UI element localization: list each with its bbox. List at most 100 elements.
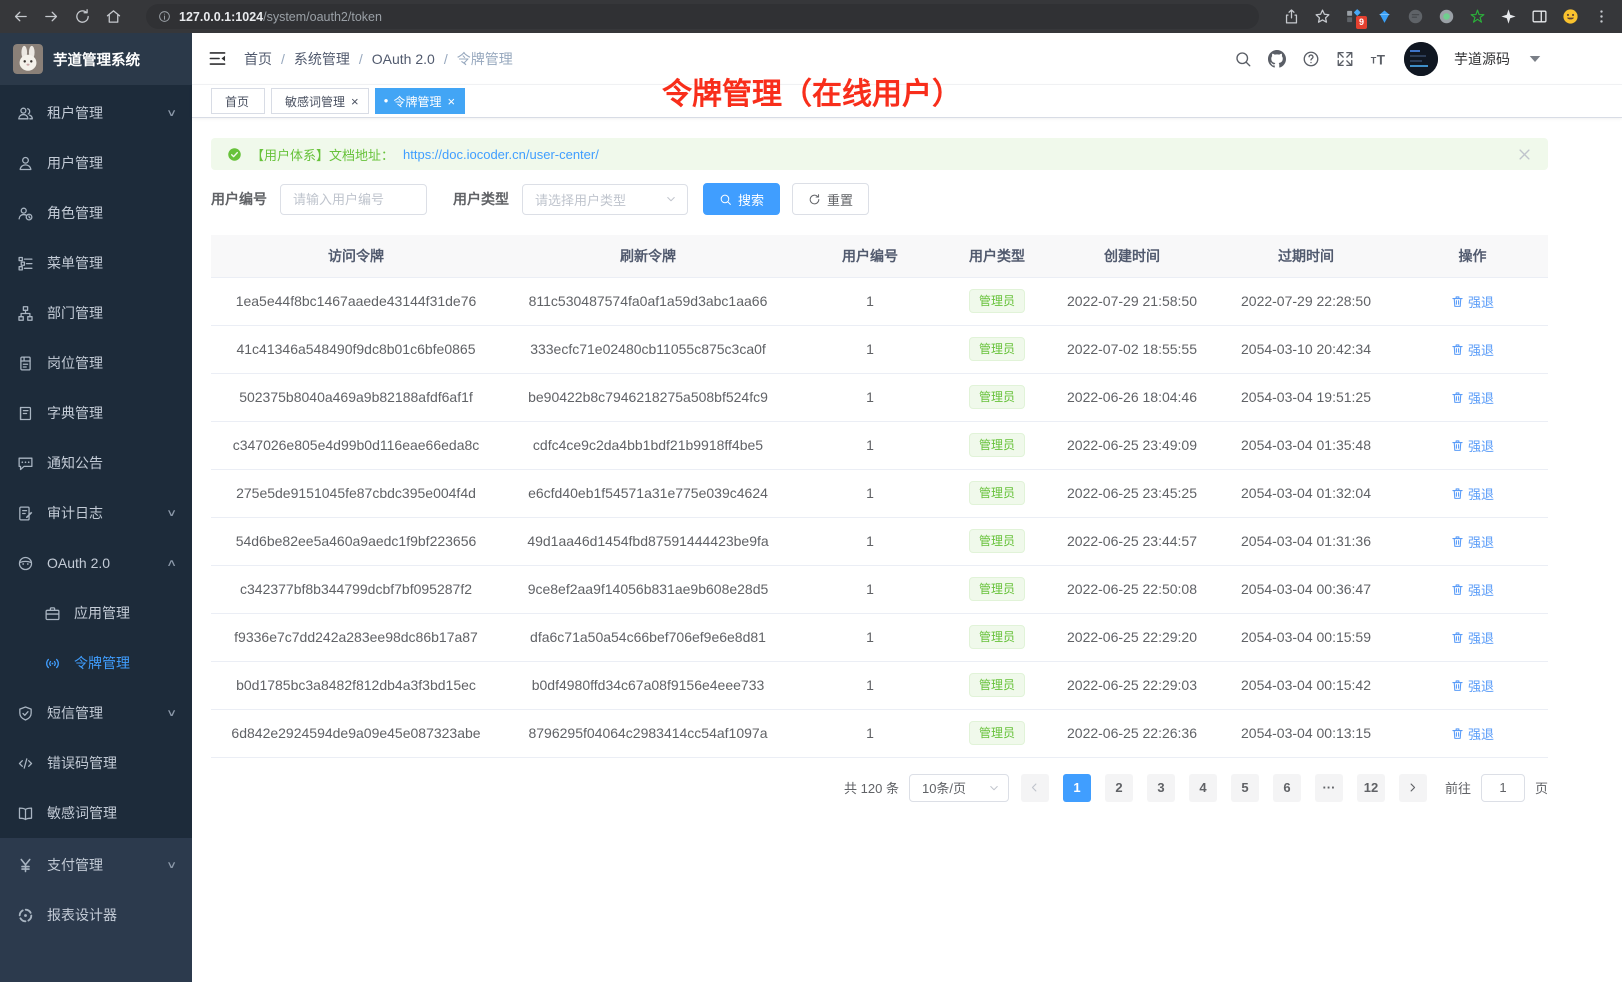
breadcrumb-item[interactable]: OAuth 2.0 bbox=[372, 51, 457, 67]
tab-close-icon[interactable]: × bbox=[446, 95, 456, 108]
sidebar-item[interactable]: 岗位管理 bbox=[0, 338, 192, 388]
sidebar-item[interactable]: 应用管理 bbox=[0, 588, 192, 638]
sidebar-item[interactable]: 部门管理 bbox=[0, 288, 192, 338]
browser-chrome: 127.0.0.1:1024/system/oauth2/token 9 bbox=[0, 0, 1622, 33]
access-token-cell: 275e5de9151045fe87cbdc395e004f4d bbox=[211, 469, 501, 517]
sidebar-item[interactable]: OAuth 2.0 ∧ bbox=[0, 538, 192, 588]
page-button[interactable]: 6 bbox=[1273, 774, 1301, 802]
sidebar-item[interactable]: 用户管理 bbox=[0, 138, 192, 188]
force-logout-button[interactable]: 强退 bbox=[1451, 532, 1494, 551]
annotation-overlay: 令牌管理（在线用户） bbox=[662, 69, 962, 113]
user-id-cell: 1 bbox=[795, 517, 945, 565]
next-page-button[interactable] bbox=[1399, 774, 1427, 802]
browser-home-icon[interactable] bbox=[105, 8, 122, 25]
pagination: 共 120 条 10条/页 123456···12 前往 页 bbox=[211, 774, 1548, 802]
page-button[interactable]: 5 bbox=[1231, 774, 1259, 802]
sidebar-item[interactable]: 菜单管理 bbox=[0, 238, 192, 288]
sidebar-item[interactable]: 支付管理 ∨ bbox=[0, 840, 192, 890]
browser-menu-icon[interactable] bbox=[1593, 8, 1610, 25]
sidebar-item[interactable]: 敏感词管理 bbox=[0, 788, 192, 838]
extension-record-icon[interactable] bbox=[1438, 8, 1455, 25]
url-text: 127.0.0.1:1024/system/oauth2/token bbox=[179, 10, 382, 24]
side-panel-icon[interactable] bbox=[1531, 8, 1548, 25]
refresh-token-cell: dfa6c71a50a54c66bef706ef9e6e8d81 bbox=[501, 613, 795, 661]
sidebar-item[interactable]: 错误码管理 bbox=[0, 738, 192, 788]
force-logout-button[interactable]: 强退 bbox=[1451, 724, 1494, 743]
tab[interactable]: 首页 bbox=[211, 88, 265, 114]
profile-emoji-icon[interactable] bbox=[1562, 8, 1579, 25]
expire-time-cell: 2054-03-04 00:36:47 bbox=[1215, 565, 1397, 613]
sidebar-item[interactable]: 租户管理 ∨ bbox=[0, 88, 192, 138]
sidebar-item[interactable]: 短信管理 ∨ bbox=[0, 688, 192, 738]
extension-green-star-icon[interactable] bbox=[1469, 8, 1486, 25]
refresh-token-cell: 49d1aa46d1454fbd87591444423be9fa bbox=[501, 517, 795, 565]
browser-forward-icon[interactable] bbox=[43, 8, 60, 25]
page-button[interactable]: ··· bbox=[1315, 774, 1343, 802]
sidebar-item[interactable]: 通知公告 bbox=[0, 438, 192, 488]
page-button[interactable]: 1 bbox=[1063, 774, 1091, 802]
breadcrumb-item[interactable]: 令牌管理 bbox=[457, 49, 513, 69]
avatar[interactable] bbox=[1404, 42, 1438, 76]
alert-doc-link[interactable]: https://doc.iocoder.cn/user-center/ bbox=[403, 147, 599, 162]
sidebar-item[interactable]: 报表设计器 bbox=[0, 890, 192, 940]
user-id-cell: 1 bbox=[795, 613, 945, 661]
refresh-token-cell: b0df4980ffd34c67a08f9156e4eee733 bbox=[501, 661, 795, 709]
sidebar-item[interactable]: 字典管理 bbox=[0, 388, 192, 438]
browser-back-icon[interactable] bbox=[12, 8, 29, 25]
tab[interactable]: 敏感词管理 × bbox=[271, 88, 369, 114]
force-logout-button[interactable]: 强退 bbox=[1451, 436, 1494, 455]
username[interactable]: 芋道源码 bbox=[1454, 49, 1510, 69]
menu-item-label: 应用管理 bbox=[74, 603, 130, 623]
menu-item-label: 审计日志 bbox=[47, 503, 103, 523]
page-button[interactable]: 12 bbox=[1357, 774, 1385, 802]
app-title: 芋道管理系统 bbox=[53, 49, 140, 70]
table-header-row: 访问令牌刷新令牌用户编号用户类型创建时间过期时间操作 bbox=[211, 235, 1548, 277]
address-bar[interactable]: 127.0.0.1:1024/system/oauth2/token bbox=[146, 4, 1259, 29]
goto-page-input[interactable] bbox=[1481, 774, 1525, 802]
page-button[interactable]: 4 bbox=[1189, 774, 1217, 802]
sidebar-item[interactable]: 角色管理 bbox=[0, 188, 192, 238]
breadcrumb-item[interactable]: 系统管理 bbox=[294, 49, 372, 69]
fullscreen-icon[interactable] bbox=[1336, 50, 1354, 68]
menu-item-label: 支付管理 bbox=[47, 855, 103, 875]
sidebar-fold-icon[interactable] bbox=[208, 49, 227, 68]
user-menu-caret-icon[interactable] bbox=[1526, 50, 1544, 68]
table-row: 41c41346a548490f9dc8b01c6bfe0865 333ecfc… bbox=[211, 325, 1548, 373]
bookmark-star-icon[interactable] bbox=[1314, 8, 1331, 25]
tab-close-icon[interactable]: × bbox=[350, 95, 360, 108]
search-button[interactable]: 搜索 bbox=[703, 183, 780, 215]
search-icon[interactable] bbox=[1234, 50, 1252, 68]
tab[interactable]: ● 令牌管理 × bbox=[375, 88, 465, 114]
github-icon[interactable] bbox=[1268, 50, 1286, 68]
force-logout-button[interactable]: 强退 bbox=[1451, 340, 1494, 359]
browser-reload-icon[interactable] bbox=[74, 8, 91, 25]
sidebar-item[interactable]: 审计日志 ∨ bbox=[0, 488, 192, 538]
force-logout-button[interactable]: 强退 bbox=[1451, 292, 1494, 311]
force-logout-button[interactable]: 强退 bbox=[1451, 388, 1494, 407]
app-logo-header[interactable]: 芋道管理系统 bbox=[0, 33, 192, 85]
font-size-icon[interactable]: TT bbox=[1370, 50, 1388, 68]
user-type-badge: 管理员 bbox=[969, 289, 1025, 314]
user-id-input[interactable] bbox=[280, 184, 427, 215]
menu-item-label: 报表设计器 bbox=[47, 905, 117, 925]
extension-gem-icon[interactable] bbox=[1376, 8, 1393, 25]
page-size-select[interactable]: 10条/页 bbox=[909, 774, 1009, 802]
extension-sparkle-icon[interactable] bbox=[1500, 8, 1517, 25]
force-logout-button[interactable]: 强退 bbox=[1451, 580, 1494, 599]
force-logout-button[interactable]: 强退 bbox=[1451, 628, 1494, 647]
reset-button[interactable]: 重置 bbox=[792, 183, 869, 215]
extension-dark-circle-icon[interactable] bbox=[1407, 8, 1424, 25]
prev-page-button[interactable] bbox=[1021, 774, 1049, 802]
page-button[interactable]: 3 bbox=[1147, 774, 1175, 802]
force-logout-button[interactable]: 强退 bbox=[1451, 676, 1494, 695]
breadcrumb-item[interactable]: 首页 bbox=[244, 49, 294, 69]
alert-close-icon[interactable] bbox=[1517, 147, 1532, 162]
user-type-select[interactable]: 请选择用户类型 bbox=[522, 184, 688, 215]
extension-blocker-icon[interactable]: 9 bbox=[1345, 8, 1362, 25]
site-info-icon[interactable] bbox=[158, 10, 171, 23]
page-button[interactable]: 2 bbox=[1105, 774, 1133, 802]
help-icon[interactable] bbox=[1302, 50, 1320, 68]
share-icon[interactable] bbox=[1283, 8, 1300, 25]
force-logout-button[interactable]: 强退 bbox=[1451, 484, 1494, 503]
sidebar-item[interactable]: 令牌管理 bbox=[0, 638, 192, 688]
